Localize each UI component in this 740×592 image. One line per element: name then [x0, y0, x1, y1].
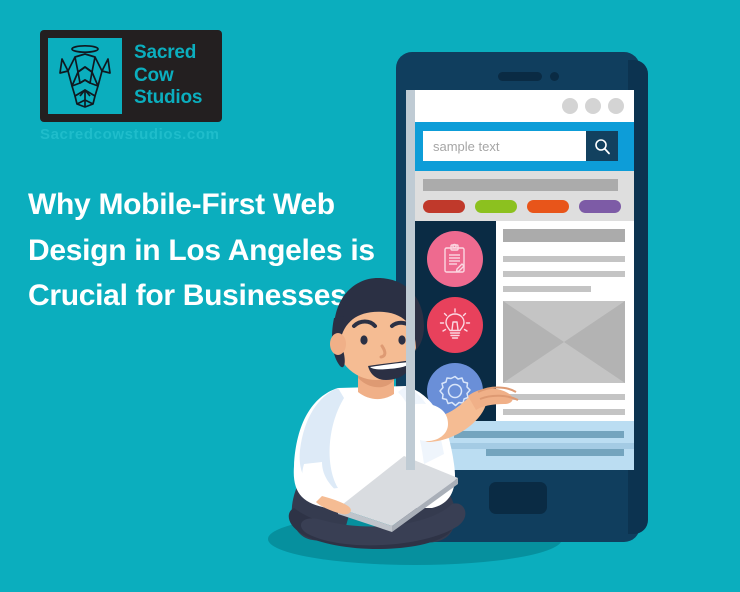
phone-speaker-grill	[498, 72, 542, 81]
reaching-arm	[408, 386, 519, 442]
cow-head-with-halo-icon	[48, 38, 122, 114]
phone-front-camera-icon	[550, 72, 559, 81]
hand	[468, 388, 513, 410]
eye-left	[360, 335, 368, 345]
browser-chrome-bar	[406, 90, 634, 122]
poster-canvas: Sacred Cow Studios Sacredcowstudios.com …	[0, 0, 740, 592]
brand-logo-card[interactable]: Sacred Cow Studios	[40, 30, 222, 122]
search-icon	[594, 138, 610, 154]
search-button[interactable]	[586, 131, 618, 161]
phone-volume-up-button[interactable]	[634, 124, 648, 180]
nav-pill-red[interactable]	[423, 200, 465, 213]
nav-pill-purple[interactable]	[579, 200, 621, 213]
phone-volume-down-button[interactable]	[634, 200, 648, 256]
site-url-text: Sacredcowstudios.com	[40, 126, 220, 143]
eye-right	[398, 335, 406, 345]
nav-pills-group	[423, 200, 621, 213]
phone-power-button[interactable]	[634, 82, 648, 112]
brand-word-1: Sacred	[134, 42, 197, 64]
browser-dots-group	[562, 98, 624, 114]
nav-pill-orange[interactable]	[527, 200, 569, 213]
content-heading-placeholder	[503, 229, 625, 242]
brand-wordmark: Sacred Cow Studios	[134, 42, 202, 109]
browser-dot-3	[608, 98, 624, 114]
nav-band	[406, 171, 634, 221]
brand-word-3: Studios	[134, 87, 203, 109]
screen-left-edge	[406, 90, 415, 470]
nav-title-placeholder	[423, 179, 618, 191]
browser-dot-2	[585, 98, 601, 114]
search-input[interactable]: sample text	[423, 131, 586, 161]
content-text-line	[503, 256, 625, 262]
search-bar-band: sample text	[406, 122, 634, 171]
ear	[330, 333, 346, 355]
brand-word-2: Cow	[134, 64, 174, 86]
browser-dot-1	[562, 98, 578, 114]
search-input-placeholder: sample text	[433, 138, 500, 154]
nav-pill-green[interactable]	[475, 200, 517, 213]
